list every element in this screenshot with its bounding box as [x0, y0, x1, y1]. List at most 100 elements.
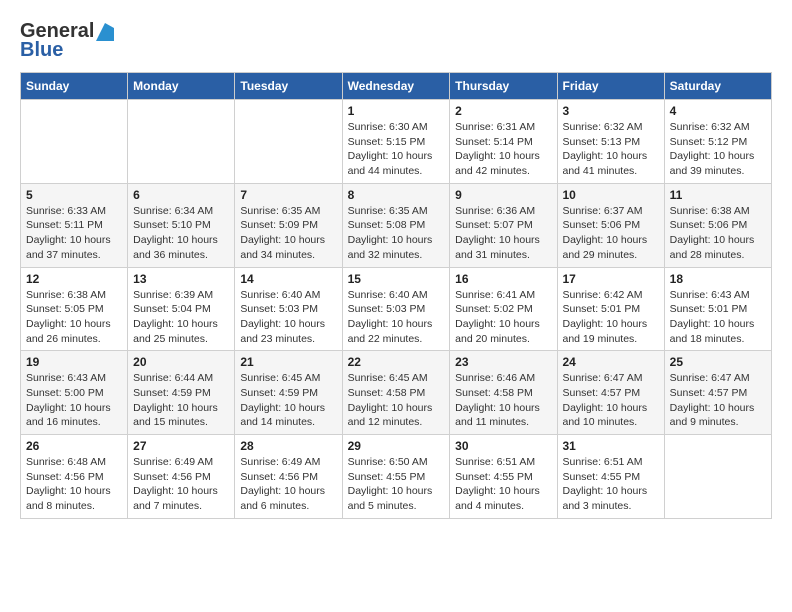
day-number: 22 [348, 355, 445, 369]
day-info: Sunrise: 6:44 AM Sunset: 4:59 PM Daylight:… [133, 371, 229, 430]
day-info-line: and 11 minutes. [455, 416, 529, 428]
day-info-line: Sunrise: 6:48 AM [26, 456, 106, 468]
day-info-line: and 14 minutes. [240, 416, 315, 428]
calendar-cell: 27 Sunrise: 6:49 AMSunset: 4:56 PMDayligh… [128, 435, 235, 519]
day-number: 29 [348, 439, 445, 453]
calendar-cell: 11 Sunrise: 6:38 AMSunset: 5:06 PMDayligh… [664, 183, 771, 267]
day-info-line: Sunset: 4:57 PM [670, 387, 748, 399]
day-info-line: Sunrise: 6:51 AM [563, 456, 643, 468]
calendar-header-row: SundayMondayTuesdayWednesdayThursdayFrid… [21, 73, 772, 100]
day-info: Sunrise: 6:40 AMSunset: 5:03 PMDaylight:… [240, 288, 336, 347]
day-info-line: Sunrise: 6:32 AM [670, 121, 750, 133]
day-info-line: Sunrise: 6:39 AM [133, 289, 213, 301]
day-info-line: Sunrise: 6:47 AM [563, 372, 643, 384]
calendar-week-row: 5Sunrise: 6:33 AMSunset: 5:11 PMDaylight… [21, 183, 772, 267]
day-info-line: Sunrise: 6:42 AM [563, 289, 643, 301]
daylight-hours-label: Daylight: 10 hours [348, 234, 433, 246]
day-info-line: Sunset: 5:09 PM [240, 219, 318, 231]
day-info-line: Sunrise: 6:44 AM [133, 372, 213, 384]
calendar-cell: 18Sunrise: 6:43 AMSunset: 5:01 PMDayligh… [664, 267, 771, 351]
day-info-line: and 32 minutes. [348, 249, 423, 261]
day-info-line: and 4 minutes. [455, 500, 524, 512]
weekday-header: Tuesday [235, 73, 342, 100]
day-info-line: Sunrise: 6:37 AM [563, 205, 643, 217]
day-info-line: Sunrise: 6:33 AM [26, 205, 106, 217]
day-info-line: Sunset: 4:58 PM [455, 387, 533, 399]
day-info: Sunrise: 6:47 AMSunset: 4:57 PMDaylight:… [670, 371, 766, 430]
day-info-line: Sunrise: 6:49 AM [240, 456, 320, 468]
day-number: 17 [563, 272, 659, 286]
day-info-line: Sunset: 5:03 PM [240, 303, 318, 315]
day-info-line: Sunset: 5:13 PM [563, 136, 641, 148]
calendar-cell: 28Sunrise: 6:49 AMSunset: 4:56 PMDayligh… [235, 435, 342, 519]
calendar-cell: 16Sunrise: 6:41 AMSunset: 5:02 PMDayligh… [450, 267, 557, 351]
day-info-line: Sunset: 5:06 PM [563, 219, 641, 231]
calendar-cell: 5Sunrise: 6:33 AMSunset: 5:11 PMDaylight… [21, 183, 128, 267]
day-info: Sunrise: 6:51 AMSunset: 4:55 PMDaylight:… [455, 455, 551, 514]
day-info-line: Sunset: 5:01 PM [670, 303, 748, 315]
calendar-cell [235, 100, 342, 184]
day-info-line: Sunset: 4:56 PM [133, 471, 211, 483]
day-number: 3 [563, 104, 659, 118]
day-info-line: Sunrise: 6:35 AM [348, 205, 428, 217]
calendar-cell: 26Sunrise: 6:48 AMSunset: 4:56 PMDayligh… [21, 435, 128, 519]
calendar-cell: 1Sunrise: 6:30 AMSunset: 5:15 PMDaylight… [342, 100, 450, 184]
calendar-cell: 12Sunrise: 6:38 AMSunset: 5:05 PMDayligh… [21, 267, 128, 351]
day-info: Sunrise: 6:49 AMSunset: 4:56 PMDaylight:… [133, 455, 229, 514]
daylight-hours-label: Daylight: 10 hours [670, 150, 755, 162]
day-info-line: and 10 minutes. [563, 416, 638, 428]
calendar-cell: 21Sunrise: 6:45 AMSunset: 4:59 PMDayligh… [235, 351, 342, 435]
daylight-hours-label: Daylight: 10 hours [26, 402, 111, 414]
day-info: Sunrise: 6:34 AMSunset: 5:10 PMDaylight:… [133, 204, 229, 263]
day-info-line: and 18 minutes. [670, 333, 745, 345]
day-number: 26 [26, 439, 122, 453]
day-info: Sunrise: 6:37 AMSunset: 5:06 PMDaylight:… [563, 204, 659, 263]
calendar-cell: 13Sunrise: 6:39 AMSunset: 5:04 PMDayligh… [128, 267, 235, 351]
day-number: 27 [133, 439, 229, 453]
day-number: 2 [455, 104, 551, 118]
daylight-hours-label: Daylight: 10 hours [455, 234, 540, 246]
day-info-line: and 19 minutes. [563, 333, 638, 345]
logo: General Blue [20, 20, 114, 62]
calendar-cell: 2Sunrise: 6:31 AMSunset: 5:14 PMDaylight… [450, 100, 557, 184]
day-info: Sunrise: 6:36 AMSunset: 5:07 PMDaylight:… [455, 204, 551, 263]
day-info-line: Sunset: 5:01 PM [563, 303, 641, 315]
day-info-line: and 3 minutes. [563, 500, 632, 512]
day-number: 1 [348, 104, 445, 118]
day-info-line: Sunset: 5:14 PM [455, 136, 533, 148]
day-info: Sunrise: 6:50 AMSunset: 4:55 PMDaylight:… [348, 455, 445, 514]
day-info-line: Sunrise: 6:45 AM [348, 372, 428, 384]
daylight-hours-label: Daylight: 10 hours [563, 485, 648, 497]
weekday-header: Thursday [450, 73, 557, 100]
day-info-line: Sunrise: 6:38 AM [670, 205, 750, 217]
day-info: Sunrise: 6:38 AMSunset: 5:06 PMDaylight:… [670, 204, 766, 263]
calendar-cell: 14Sunrise: 6:40 AMSunset: 5:03 PMDayligh… [235, 267, 342, 351]
day-info-line: and 26 minutes. [26, 333, 101, 345]
weekday-header: Saturday [664, 73, 771, 100]
daylight-hours-label: Daylight: 10 hours [133, 485, 218, 497]
calendar-cell: 19Sunrise: 6:43 AMSunset: 5:00 PMDayligh… [21, 351, 128, 435]
day-info: Sunrise: 6:40 AMSunset: 5:03 PMDaylight:… [348, 288, 445, 347]
daylight-hours-label: Daylight: 10 hours [563, 402, 648, 414]
daylight-hours-label: Daylight: 10 hours [133, 402, 218, 414]
day-number: 20 [133, 355, 229, 369]
day-info-line: Sunrise: 6:32 AM [563, 121, 643, 133]
day-info-line: Sunset: 4:59 PM [133, 387, 211, 399]
calendar-cell: 7Sunrise: 6:35 AMSunset: 5:09 PMDaylight… [235, 183, 342, 267]
day-number: 11 [670, 188, 766, 202]
daylight-hours-label: Daylight: 10 hours [133, 318, 218, 330]
day-info-line: Sunset: 4:55 PM [348, 471, 426, 483]
day-info-line: Sunset: 5:11 PM [26, 219, 103, 231]
day-info-line: Sunset: 5:05 PM [26, 303, 104, 315]
calendar-cell: 23Sunrise: 6:46 AMSunset: 4:58 PMDayligh… [450, 351, 557, 435]
day-info-line: and 28 minutes. [670, 249, 745, 261]
calendar-week-row: 19Sunrise: 6:43 AMSunset: 5:00 PMDayligh… [21, 351, 772, 435]
day-info-line: and 8 minutes. [26, 500, 95, 512]
calendar-cell: 25Sunrise: 6:47 AMSunset: 4:57 PMDayligh… [664, 351, 771, 435]
day-info-line: and 22 minutes. [348, 333, 423, 345]
day-info-line: and 6 minutes. [240, 500, 309, 512]
daylight-hours-label: Daylight: 10 hours [455, 150, 540, 162]
daylight-hours-label: Daylight: 10 hours [348, 318, 433, 330]
day-info-line: Sunrise: 6:43 AM [26, 372, 106, 384]
calendar-cell: 3Sunrise: 6:32 AMSunset: 5:13 PMDaylight… [557, 100, 664, 184]
